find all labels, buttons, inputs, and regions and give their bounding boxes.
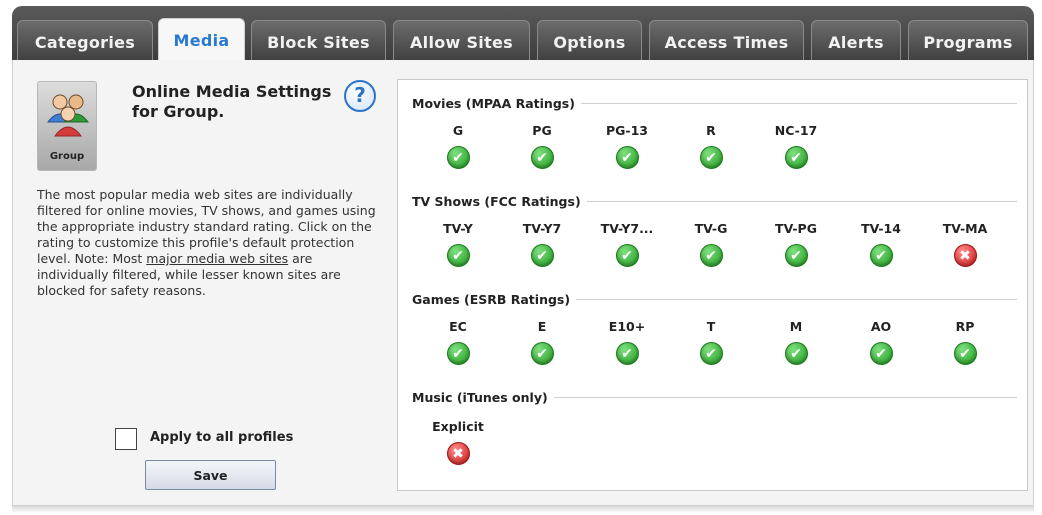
rating-label: NC-17 <box>774 123 818 138</box>
section-title: TV Shows (FCC Ratings) <box>412 193 581 209</box>
allowed-icon: ✔ <box>530 146 554 169</box>
media-settings-panel: Group Online Media Settings for Group. ?… <box>12 60 1034 506</box>
rating-label: RP <box>955 319 975 334</box>
divider <box>586 200 1017 202</box>
rating-tv-y7-fv[interactable]: TV-Y7... ✔ <box>587 221 667 267</box>
rating-tv-pg[interactable]: TV-PG ✔ <box>756 221 836 267</box>
tab-bar: Categories Media Block Sites Allow Sites… <box>12 6 1034 68</box>
save-button[interactable]: Save <box>145 460 276 490</box>
allowed-icon: ✔ <box>446 146 470 169</box>
rating-label: PG-13 <box>605 123 648 138</box>
page-title: Online Media Settings for Group. <box>132 82 332 121</box>
allowed-icon: ✔ <box>784 342 808 365</box>
rating-tv-y[interactable]: TV-Y ✔ <box>418 221 498 267</box>
avatar-label: Group <box>49 151 85 162</box>
apply-to-all-label[interactable]: Apply to all profiles <box>150 430 293 445</box>
divider <box>576 298 1017 300</box>
rating-label: M <box>789 319 803 334</box>
rating-tv-g[interactable]: TV-G ✔ <box>671 221 751 267</box>
section-movies: Movies (MPAA Ratings) <box>412 95 1017 111</box>
section-title: Music (iTunes only) <box>412 389 548 405</box>
allowed-icon: ✔ <box>784 244 808 267</box>
media-description: The most popular media web sites are ind… <box>37 187 387 299</box>
rating-label: EC <box>449 319 467 334</box>
section-games: Games (ESRB Ratings) <box>412 291 1017 307</box>
section-title: Games (ESRB Ratings) <box>412 291 571 307</box>
rating-rp[interactable]: RP ✔ <box>925 319 1005 365</box>
allowed-icon: ✔ <box>615 342 639 365</box>
rating-label: TV-14 <box>861 221 901 236</box>
rating-label: TV-G <box>694 221 728 236</box>
allowed-icon: ✔ <box>530 244 554 267</box>
rating-label: TV-PG <box>775 221 817 236</box>
section-title: Movies (MPAA Ratings) <box>412 95 575 111</box>
rating-label: TV-Y <box>443 221 473 236</box>
allowed-icon: ✔ <box>869 244 893 267</box>
allowed-icon: ✔ <box>446 244 470 267</box>
bottom-shadow <box>12 506 1034 512</box>
rating-label: PG <box>532 123 552 138</box>
rating-e[interactable]: E ✔ <box>502 319 582 365</box>
rating-explicit[interactable]: Explicit ✖ <box>418 419 498 465</box>
avatar[interactable]: Group <box>37 81 97 171</box>
allowed-icon: ✔ <box>699 146 723 169</box>
parental-controls-window: Categories Media Block Sites Allow Sites… <box>0 0 1042 515</box>
blocked-icon: ✖ <box>446 442 470 465</box>
rating-r[interactable]: R ✔ <box>671 123 751 169</box>
rating-label: R <box>706 123 716 138</box>
allowed-icon: ✔ <box>615 244 639 267</box>
rating-label: T <box>706 319 716 334</box>
rating-t[interactable]: T ✔ <box>671 319 751 365</box>
rating-label: E <box>537 319 547 334</box>
rating-nc-17[interactable]: NC-17 ✔ <box>756 123 836 169</box>
divider <box>580 102 1017 104</box>
rating-label: AO <box>870 319 892 334</box>
allowed-icon: ✔ <box>784 146 808 169</box>
allowed-icon: ✔ <box>699 244 723 267</box>
allowed-icon: ✔ <box>869 342 893 365</box>
rating-ec[interactable]: EC ✔ <box>418 319 498 365</box>
rating-m[interactable]: M ✔ <box>756 319 836 365</box>
allowed-icon: ✔ <box>446 342 470 365</box>
rating-pg[interactable]: PG ✔ <box>502 123 582 169</box>
rating-label: TV-Y7... <box>600 221 654 236</box>
major-media-sites-link[interactable]: major media web sites <box>146 251 288 266</box>
group-icon <box>46 94 90 137</box>
allowed-icon: ✔ <box>615 146 639 169</box>
rating-label: Explicit <box>432 419 484 434</box>
rating-tv-14[interactable]: TV-14 ✔ <box>841 221 921 267</box>
rating-label: G <box>452 123 464 138</box>
allowed-icon: ✔ <box>699 342 723 365</box>
rating-label: TV-MA <box>942 221 988 236</box>
rating-pg-13[interactable]: PG-13 ✔ <box>587 123 667 169</box>
rating-g[interactable]: G ✔ <box>418 123 498 169</box>
ratings-panel: Movies (MPAA Ratings) G ✔ PG ✔ PG-13 ✔ R… <box>397 79 1028 491</box>
apply-to-all-checkbox[interactable] <box>115 428 137 450</box>
rating-ao[interactable]: AO ✔ <box>841 319 921 365</box>
rating-e10-plus[interactable]: E10+ ✔ <box>587 319 667 365</box>
help-icon[interactable]: ? <box>344 80 376 112</box>
blocked-icon: ✖ <box>953 244 977 267</box>
section-tv-shows: TV Shows (FCC Ratings) <box>412 193 1017 209</box>
rating-label: TV-Y7 <box>522 221 562 236</box>
allowed-icon: ✔ <box>953 342 977 365</box>
rating-tv-ma[interactable]: TV-MA ✖ <box>925 221 1005 267</box>
section-music: Music (iTunes only) <box>412 389 1017 405</box>
rating-tv-y7[interactable]: TV-Y7 ✔ <box>502 221 582 267</box>
rating-label: E10+ <box>608 319 646 334</box>
divider <box>553 396 1017 398</box>
allowed-icon: ✔ <box>530 342 554 365</box>
